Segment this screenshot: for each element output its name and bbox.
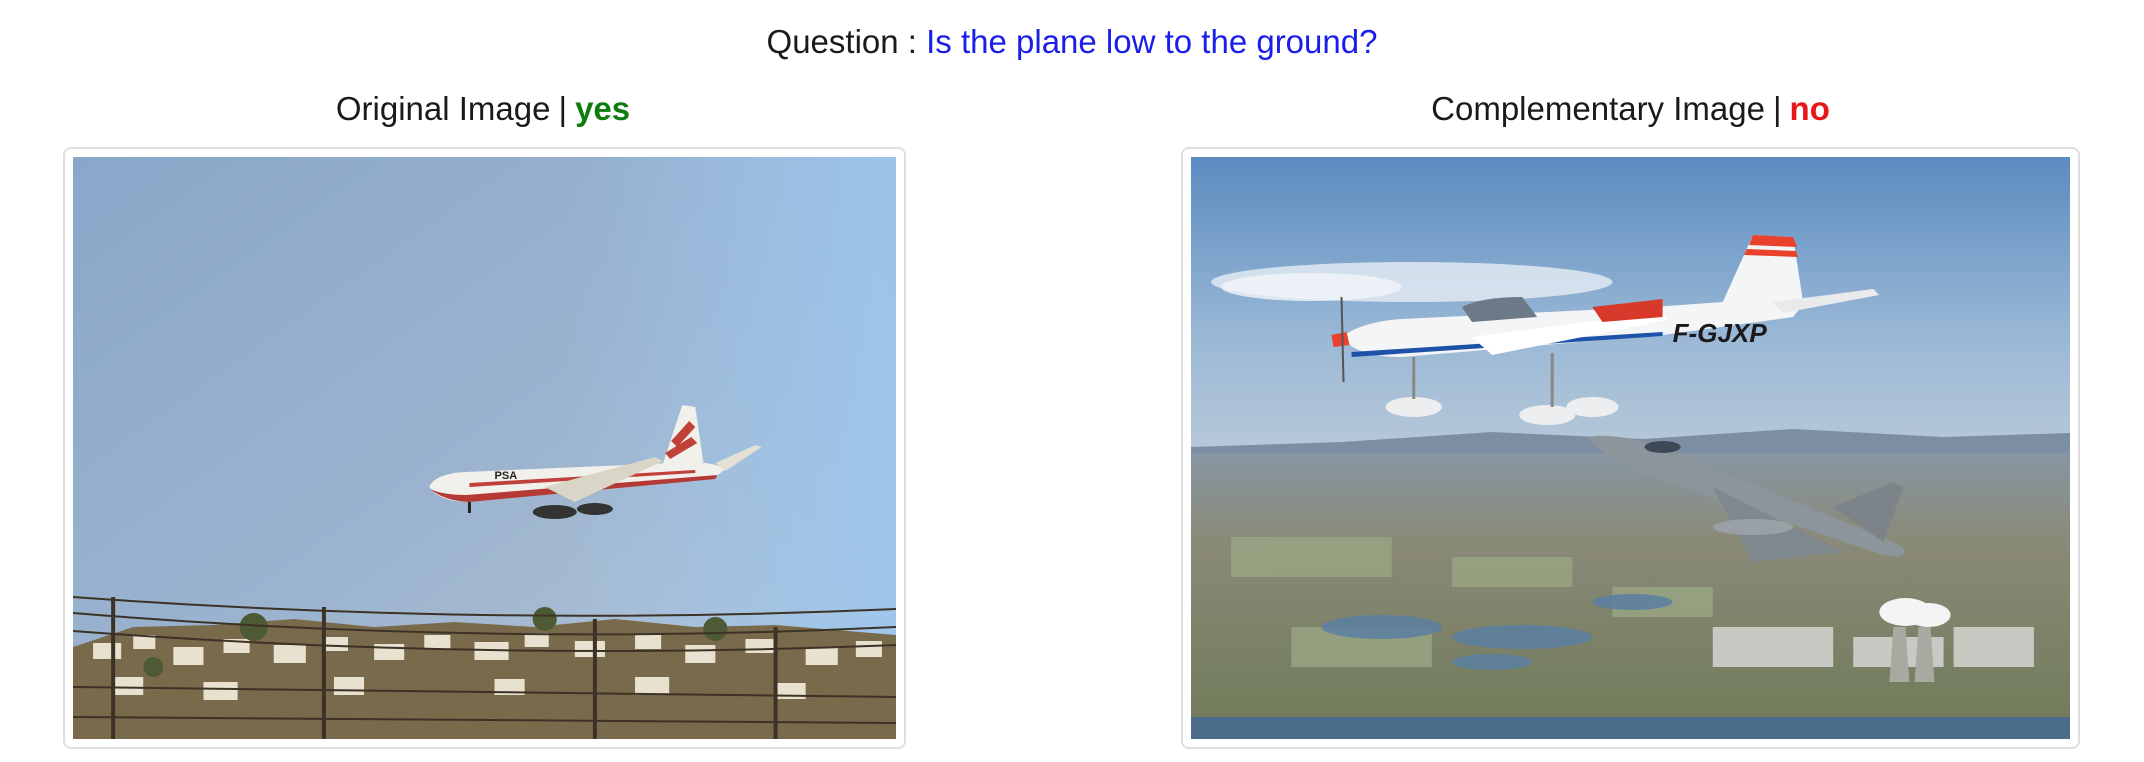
original-image-title: Original Image xyxy=(335,90,551,127)
complementary-image-heading: Complementary Image | no xyxy=(1183,85,2078,133)
heading-separator: | xyxy=(1772,90,1782,127)
original-answer: yes xyxy=(575,90,631,127)
original-photo: PSA xyxy=(73,157,896,739)
plane-livery-text: PSA xyxy=(495,470,518,482)
complementary-image: F-GJXP xyxy=(1191,157,2070,739)
complementary-image-title: Complementary Image xyxy=(1431,90,1765,127)
complementary-photo: F-GJXP xyxy=(1191,157,2070,739)
original-image-heading: Original Image | yes xyxy=(63,85,903,133)
complementary-answer: no xyxy=(1789,90,1830,127)
original-image: PSA xyxy=(73,157,896,739)
question-text: Is the plane low to the ground? xyxy=(926,23,1378,60)
registration-text: F-GJXP xyxy=(1673,318,1768,348)
complementary-image-frame: F-GJXP xyxy=(1181,147,2080,749)
question-line: Question : Is the plane low to the groun… xyxy=(0,18,2144,66)
question-prefix: Question : xyxy=(766,23,917,60)
heading-separator: | xyxy=(558,90,568,127)
original-image-frame: PSA xyxy=(63,147,906,749)
